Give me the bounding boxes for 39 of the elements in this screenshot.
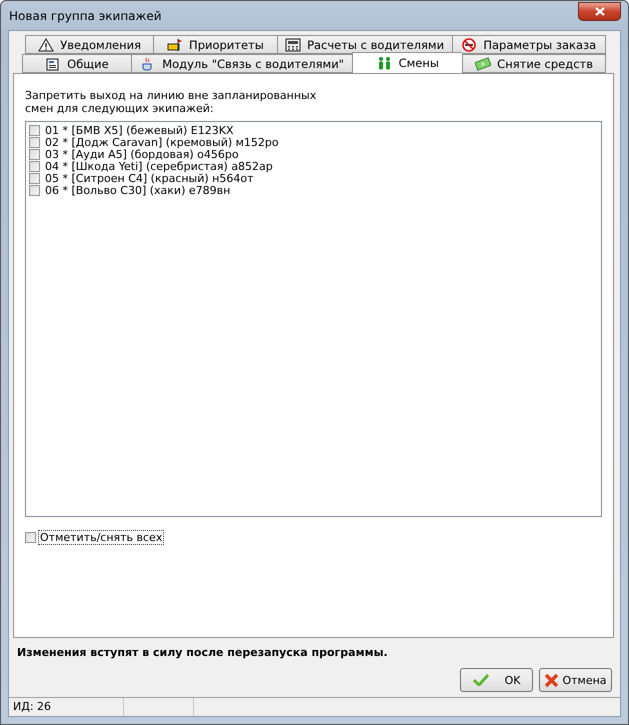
check-icon bbox=[472, 674, 489, 686]
people-icon bbox=[376, 56, 393, 70]
close-icon bbox=[544, 672, 560, 688]
checkbox[interactable] bbox=[29, 184, 40, 196]
money-icon bbox=[475, 56, 492, 70]
crew-label[interactable]: 04 * [Шкода Yeti] (серебристая) а852ар bbox=[45, 160, 273, 172]
crew-label[interactable]: 03 * [Ауди А5] (бордовая) о456ро bbox=[45, 148, 239, 160]
checkbox[interactable] bbox=[29, 124, 40, 136]
status-text: ИД: 26 bbox=[9, 698, 124, 716]
tab[interactable]: Снятие средств bbox=[462, 54, 606, 73]
select-all-label[interactable]: Отметить/снять всех bbox=[38, 530, 164, 545]
notice-text: Изменения вступят в силу после перезапуска программы. bbox=[16, 645, 389, 659]
tab[interactable]: Параметры заказа bbox=[452, 35, 606, 54]
window-title: Новая группа экипажей bbox=[8, 8, 162, 22]
crew-label[interactable]: 02 * [Додж Caravan] (кремовый) м152ро bbox=[45, 136, 279, 148]
close-icon bbox=[594, 7, 604, 16]
tab[interactable]: Уведомления bbox=[25, 35, 154, 54]
calculator-icon bbox=[285, 38, 302, 52]
flag-icon bbox=[167, 38, 184, 52]
description-text: Запретить выход на линию вне запланированных смен для следующих экипажей: bbox=[25, 89, 318, 115]
checkbox[interactable] bbox=[25, 532, 36, 543]
checkbox[interactable] bbox=[29, 148, 40, 160]
ok-button[interactable]: OK bbox=[460, 668, 533, 692]
tab[interactable]: Смены bbox=[352, 52, 462, 73]
crew-label[interactable]: 01 * [БМВ X5] (бежевый) E123KX bbox=[45, 124, 234, 136]
close-button[interactable] bbox=[578, 2, 621, 21]
checkbox[interactable] bbox=[29, 160, 40, 172]
cancel-button[interactable]: Отмена bbox=[539, 668, 612, 692]
tab[interactable]: Общие bbox=[22, 54, 131, 73]
crew-label[interactable]: 05 * [Ситроен С4] (красный) н564от bbox=[45, 172, 254, 184]
form-icon bbox=[45, 56, 62, 70]
warning-icon bbox=[38, 38, 54, 52]
checkbox[interactable] bbox=[29, 136, 40, 148]
crew-label[interactable]: 06 * [Вольво С30] (хаки) е789вн bbox=[45, 184, 230, 196]
no-smoking-icon bbox=[461, 38, 478, 52]
checkbox[interactable] bbox=[29, 172, 40, 184]
tab[interactable]: Модуль "Связь с водителями" bbox=[130, 54, 352, 73]
tab[interactable]: Расчеты с водителями bbox=[276, 35, 452, 54]
tab[interactable]: Приоритеты bbox=[153, 35, 277, 54]
